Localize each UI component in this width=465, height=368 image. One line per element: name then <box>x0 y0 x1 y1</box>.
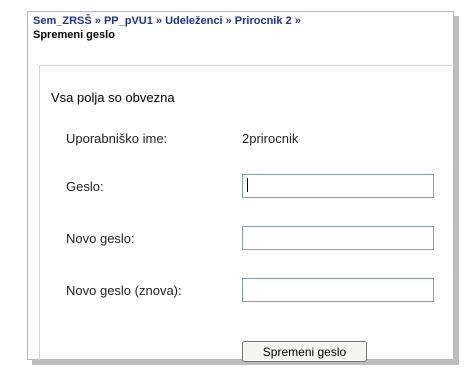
breadcrumb-link-user[interactable]: Prirocnik 2 <box>235 15 292 27</box>
new-password-field[interactable] <box>242 226 434 250</box>
breadcrumb-separator: » <box>291 15 301 27</box>
password-field[interactable] <box>242 174 434 198</box>
username-label: Uporabniško ime: <box>66 131 168 146</box>
breadcrumb-link-group[interactable]: PP_pVU1 <box>104 15 153 27</box>
password-label: Geslo: <box>66 179 104 194</box>
breadcrumb-separator: » <box>152 15 166 27</box>
change-password-form: Vsa polja so obvezna Uporabniško ime: 2p… <box>39 65 454 362</box>
required-fields-note: Vsa polja so obvezna <box>51 90 175 105</box>
new-password-label: Novo geslo: <box>66 231 135 246</box>
breadcrumb: Sem_ZRSŠ » PP_pVU1 » Udeleženci » Priroc… <box>33 14 443 42</box>
text-caret <box>247 178 248 192</box>
new-password-again-label: Novo geslo (znova): <box>66 283 182 298</box>
new-password-again-field[interactable] <box>242 278 434 302</box>
breadcrumb-link-participants[interactable]: Udeleženci <box>165 15 222 27</box>
username-value: 2prirocnik <box>242 131 299 146</box>
change-password-window: Sem_ZRSŠ » PP_pVU1 » Udeleženci » Priroc… <box>27 11 454 362</box>
breadcrumb-separator: » <box>222 15 235 27</box>
breadcrumb-current-page: Spremeni geslo <box>33 29 115 41</box>
breadcrumb-link-course[interactable]: Sem_ZRSŠ <box>33 15 92 27</box>
change-password-button[interactable]: Spremeni geslo <box>242 341 367 362</box>
breadcrumb-separator: » <box>91 15 104 27</box>
